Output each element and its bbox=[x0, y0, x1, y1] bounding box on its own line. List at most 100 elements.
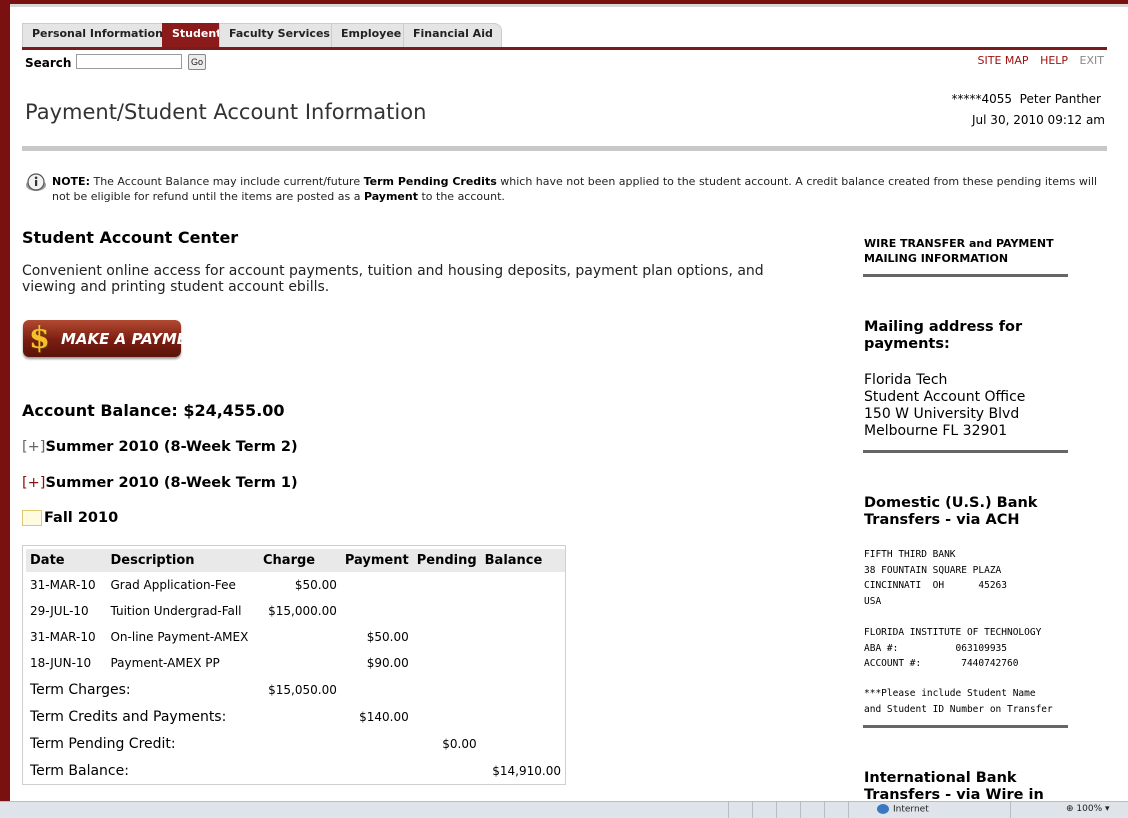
term-summer-2010-term-1[interactable]: [+]Summer 2010 (8-Week Term 1) bbox=[22, 475, 298, 491]
mailing-address-title: Mailing address for payments: bbox=[864, 319, 1023, 352]
row-description: Payment-AMEX PP bbox=[110, 656, 220, 670]
term-name[interactable]: Summer 2010 (8-Week Term 2) bbox=[45, 439, 297, 455]
row-description: On-line Payment-AMEX bbox=[110, 630, 249, 644]
summary-label: Term Credits and Payments: bbox=[30, 708, 227, 725]
tab-faculty-services[interactable]: Faculty Services bbox=[219, 23, 339, 48]
bank-address-block: FIFTH THIRD BANK 38 FOUNTAIN SQUARE PLAZ… bbox=[864, 549, 1007, 607]
fall-2010-table-container: Date Description Charge Payment Pending … bbox=[22, 545, 566, 785]
make-payment-label: MAKE A PAYMENT bbox=[61, 330, 210, 348]
timestamp: Jul 30, 2010 09:12 am bbox=[972, 113, 1105, 127]
row-balance bbox=[481, 598, 565, 624]
term-name[interactable]: Summer 2010 (8-Week Term 1) bbox=[45, 475, 297, 491]
table-row: 18-JUN-10 Payment-AMEX PP $90.00 bbox=[26, 650, 565, 676]
make-payment-button[interactable]: $ MAKE A PAYMENT bbox=[23, 320, 210, 357]
status-cell bbox=[752, 802, 753, 818]
tab-underline bbox=[22, 47, 1107, 50]
note-text-3: to the account. bbox=[417, 190, 505, 203]
tab-employee[interactable]: Employee bbox=[331, 23, 411, 48]
collapse-toggle-icon[interactable] bbox=[22, 510, 42, 526]
col-payment: Payment bbox=[340, 549, 413, 572]
summary-term-balance: Term Balance: $14,910.00 bbox=[26, 757, 565, 784]
row-date: 18-JUN-10 bbox=[30, 656, 92, 670]
page-title: Payment/Student Account Information bbox=[25, 100, 427, 124]
term-fall-2010[interactable]: Fall 2010 bbox=[22, 510, 118, 526]
international-transfer-title: International Bank Transfers - via Wire … bbox=[864, 770, 1044, 801]
term-summer-2010-term-2[interactable]: [+]Summer 2010 (8-Week Term 2) bbox=[22, 439, 298, 455]
note-text-1: The Account Balance may include current/… bbox=[89, 175, 364, 188]
summary-label: Term Pending Credit: bbox=[30, 735, 176, 752]
zoom-label: 100% bbox=[1076, 804, 1103, 814]
top-border bbox=[10, 4, 1128, 7]
security-zone[interactable]: Internet bbox=[877, 804, 929, 815]
summary-value: $14,910.00 bbox=[492, 763, 561, 778]
note-payment: Payment bbox=[363, 190, 418, 203]
row-date: 29-JUL-10 bbox=[30, 604, 89, 618]
address-line: Florida Tech bbox=[864, 372, 948, 388]
row-pending bbox=[413, 572, 481, 598]
zoom-level[interactable]: ⊕ 100% ▾ bbox=[1066, 804, 1110, 814]
zoom-icon: ⊕ bbox=[1066, 804, 1077, 814]
search-label: Search bbox=[25, 56, 72, 70]
row-pending bbox=[413, 650, 481, 676]
table-row: 31-MAR-10 On-line Payment-AMEX $50.00 bbox=[26, 624, 565, 650]
browser-status-bar: Internet ⊕ 100% ▾ bbox=[0, 801, 1128, 818]
site-map-link[interactable]: SITE MAP bbox=[978, 54, 1029, 67]
info-icon bbox=[26, 173, 46, 191]
wire-transfer-title: WIRE TRANSFER and PAYMENT MAILING INFORM… bbox=[864, 237, 1054, 265]
user-info: *****4055 Peter Panther bbox=[951, 92, 1101, 106]
row-description: Grad Application-Fee bbox=[110, 578, 236, 592]
row-payment bbox=[341, 598, 413, 624]
search-input[interactable] bbox=[76, 54, 182, 69]
section-title: Student Account Center bbox=[22, 228, 239, 247]
row-pending bbox=[413, 624, 481, 650]
expand-toggle[interactable]: [+] bbox=[22, 475, 45, 491]
row-charge bbox=[259, 624, 341, 650]
address-line: 150 W University Blvd bbox=[864, 406, 1020, 422]
table-row: 31-MAR-10 Grad Application-Fee $50.00 bbox=[26, 572, 565, 598]
note-term-pending: Term Pending Credits bbox=[363, 175, 497, 188]
top-links: SITE MAP HELP EXIT bbox=[970, 54, 1104, 67]
account-note: NOTE: The Account Balance may include cu… bbox=[52, 174, 1102, 204]
note-label: NOTE: bbox=[52, 175, 90, 188]
sidebar-divider bbox=[863, 450, 1068, 453]
term-name[interactable]: Fall 2010 bbox=[44, 510, 118, 526]
status-cell bbox=[1010, 802, 1011, 818]
row-balance bbox=[481, 650, 565, 676]
status-cell bbox=[776, 802, 777, 818]
row-date: 31-MAR-10 bbox=[30, 630, 96, 644]
col-pending: Pending bbox=[412, 549, 481, 572]
expand-toggle[interactable]: [+] bbox=[22, 439, 45, 455]
row-date: 31-MAR-10 bbox=[30, 578, 96, 592]
summary-label: Term Balance: bbox=[30, 762, 129, 779]
exit-link[interactable]: EXIT bbox=[1080, 54, 1104, 67]
status-cell bbox=[800, 802, 801, 818]
go-button[interactable]: Go bbox=[188, 54, 206, 70]
table-row: 29-JUL-10 Tuition Undergrad-Fall $15,000… bbox=[26, 598, 565, 624]
summary-term-pending: Term Pending Credit: $0.00 bbox=[26, 730, 565, 757]
header-divider bbox=[22, 146, 1107, 151]
col-date: Date bbox=[26, 549, 107, 572]
row-balance bbox=[481, 624, 565, 650]
address-line: Student Account Office bbox=[864, 389, 1026, 405]
browser-content: Personal Information Student Faculty Ser… bbox=[10, 4, 1128, 801]
account-number-block: FLORIDA INSTITUTE OF TECHNOLOGY ABA #: 0… bbox=[864, 627, 1042, 669]
row-charge: $15,000.00 bbox=[268, 604, 337, 618]
section-description: Convenient online access for account pay… bbox=[22, 263, 764, 295]
table-header-row: Date Description Charge Payment Pending … bbox=[26, 549, 565, 572]
col-charge: Charge bbox=[259, 549, 341, 572]
tab-financial-aid[interactable]: Financial Aid bbox=[403, 23, 502, 48]
account-table: Date Description Charge Payment Pending … bbox=[26, 549, 565, 784]
col-description: Description bbox=[106, 549, 259, 572]
summary-term-credits: Term Credits and Payments: $140.00 bbox=[26, 703, 565, 730]
row-description: Tuition Undergrad-Fall bbox=[110, 604, 242, 618]
row-payment: $90.00 bbox=[366, 656, 409, 670]
row-charge: $50.00 bbox=[294, 578, 337, 592]
transfer-notice: ***Please include Student Name and Stude… bbox=[864, 688, 1053, 715]
help-link[interactable]: HELP bbox=[1040, 54, 1068, 67]
row-charge bbox=[259, 650, 341, 676]
tab-personal-information[interactable]: Personal Information bbox=[22, 23, 172, 48]
sidebar-divider bbox=[863, 274, 1068, 277]
status-cell bbox=[824, 802, 825, 818]
status-cell bbox=[728, 802, 729, 818]
row-payment: $50.00 bbox=[366, 630, 409, 644]
